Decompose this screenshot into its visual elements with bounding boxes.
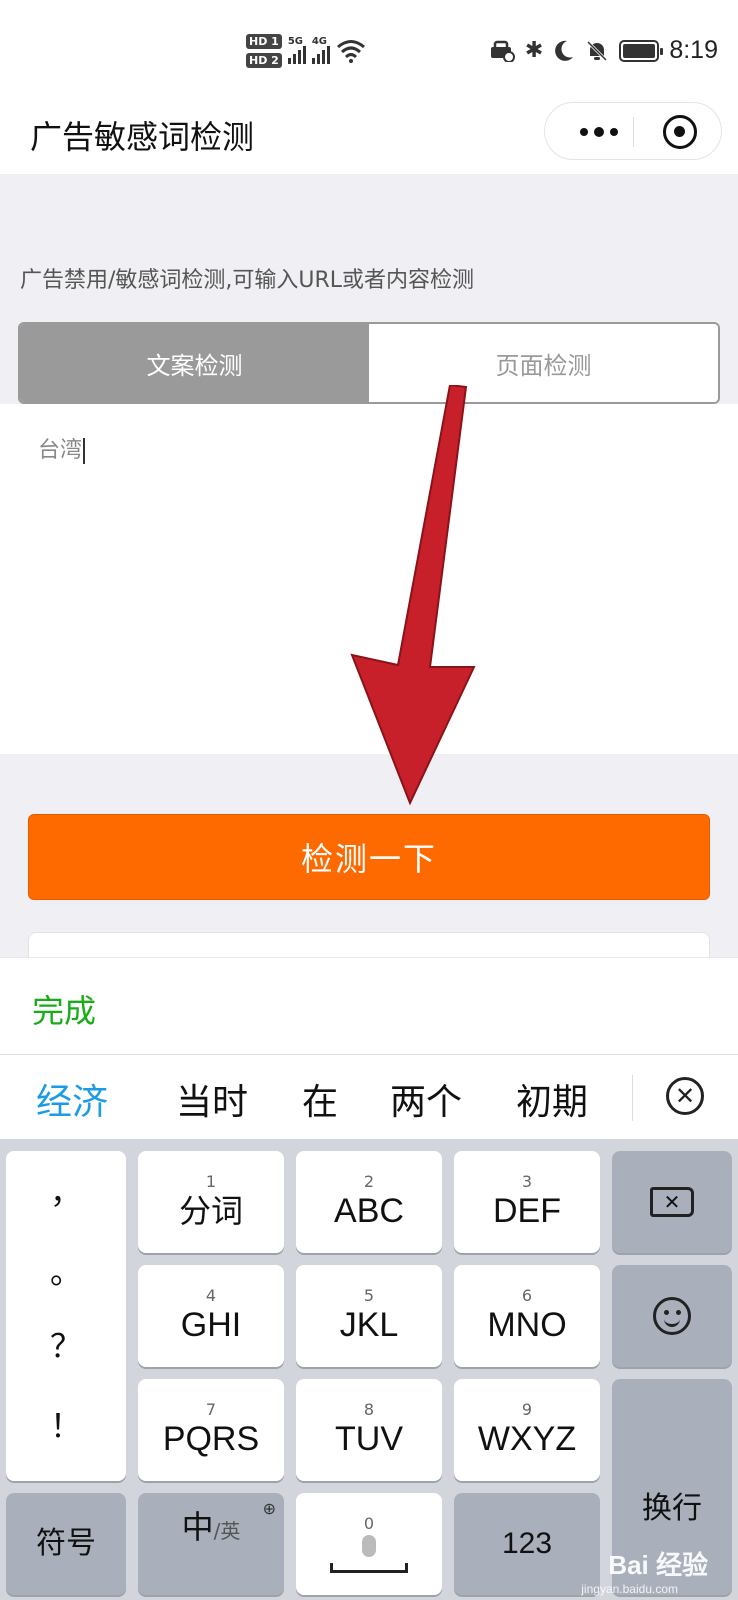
key-8-tuv[interactable]: 8 TUV (296, 1379, 442, 1481)
more-menu-icon[interactable] (569, 103, 629, 161)
status-bar: HD 1 HD 2 5G 4G ✱ 8:19 (0, 0, 738, 100)
microphone-icon (362, 1535, 376, 1557)
hd1-badge: HD 1 (246, 34, 282, 49)
candidate-item[interactable]: 经济 (36, 1073, 108, 1125)
key-3-def[interactable]: 3 DEF (454, 1151, 600, 1253)
system-indicators: ✱ 8:19 (489, 36, 718, 65)
moon-icon (555, 40, 574, 61)
mute-bell-icon (587, 40, 608, 61)
smiley-icon (653, 1297, 691, 1335)
candidate-item[interactable]: 在 (302, 1073, 338, 1125)
space-icon (330, 1563, 408, 1573)
done-button[interactable]: 完成 (32, 986, 96, 1032)
key-7-pqrs[interactable]: 7 PQRS (138, 1379, 284, 1481)
key-6-mno[interactable]: 6 MNO (454, 1265, 600, 1367)
candidate-divider (632, 1075, 633, 1121)
page-body: 广告禁用/敏感词检测,可输入URL或者内容检测 文案检测 页面检测 台湾 检测一… (0, 174, 738, 972)
globe-icon: ⊕ (262, 1499, 276, 1518)
emoji-key[interactable] (612, 1265, 732, 1367)
punct-period[interactable]: 。 (6, 1247, 126, 1293)
tab-copy-check[interactable]: 文案检测 (20, 324, 369, 402)
space-key[interactable]: 0 (296, 1493, 442, 1595)
close-program-icon[interactable] (663, 115, 697, 149)
baidu-watermark-logo: Bai 经验 (608, 1550, 708, 1580)
check-button[interactable]: 检测一下 (28, 814, 710, 900)
mode-tabs: 文案检测 页面检测 (18, 322, 720, 404)
battery-icon (619, 39, 664, 62)
symbols-key[interactable]: 符号 (6, 1493, 126, 1595)
ime-candidate-bar: 经济 当时 在 两个 初期 ✕ (0, 1055, 738, 1139)
baidu-watermark-url: jingyan.baidu.com (581, 1582, 678, 1596)
key-9-wxyz[interactable]: 9 WXYZ (454, 1379, 600, 1481)
mini-program-capsule (544, 102, 722, 160)
backspace-key[interactable]: ✕ (612, 1151, 732, 1253)
language-switch-key[interactable]: ⊕ 中 /英 (138, 1493, 284, 1595)
candidate-item[interactable]: 两个 (390, 1073, 462, 1125)
punctuation-column[interactable]: ， 。 ？ ！ (6, 1151, 126, 1481)
key-5-jkl[interactable]: 5 JKL (296, 1265, 442, 1367)
page-title: 广告敏感词检测 (30, 118, 255, 156)
tab-page-check[interactable]: 页面检测 (369, 324, 718, 402)
candidate-item[interactable]: 当时 (176, 1073, 248, 1125)
hd2-badge: HD 2 (246, 53, 282, 68)
network-indicators: HD 1 HD 2 5G 4G (246, 34, 366, 68)
page-description: 广告禁用/敏感词检测,可输入URL或者内容检测 (20, 268, 475, 293)
signal-4g-icon: 4G (311, 36, 330, 64)
bluetooth-icon: ✱ (524, 37, 544, 63)
close-circle-icon[interactable]: ✕ (666, 1077, 704, 1115)
textarea-value: 台湾 (38, 432, 85, 464)
capsule-divider (633, 117, 634, 147)
punct-comma[interactable]: ， (6, 1167, 126, 1213)
status-time: 8:19 (669, 36, 718, 64)
wifi-icon (336, 40, 365, 63)
text-caret (83, 438, 85, 464)
backspace-icon: ✕ (650, 1187, 694, 1217)
key-1-fenci[interactable]: 1 分词 (138, 1151, 284, 1253)
car-mode-icon (490, 40, 515, 62)
candidate-item[interactable]: 初期 (516, 1073, 588, 1125)
punct-exclaim[interactable]: ！ (6, 1401, 126, 1447)
app-header: 广告敏感词检测 (0, 100, 738, 174)
signal-5g-icon: 5G (287, 36, 306, 64)
key-2-abc[interactable]: 2 ABC (296, 1151, 442, 1253)
keyboard-toolbar: 完成 (0, 957, 738, 1055)
punct-question[interactable]: ？ (6, 1321, 126, 1367)
content-textarea[interactable]: 台湾 (0, 404, 738, 754)
ime-keyboard: ， 。 ？ ！ 1 分词 2 ABC 3 DEF ✕ 4 GHI 5 JKL 6… (0, 1139, 738, 1600)
numbers-key[interactable]: 123 (454, 1493, 600, 1595)
key-4-ghi[interactable]: 4 GHI (138, 1265, 284, 1367)
